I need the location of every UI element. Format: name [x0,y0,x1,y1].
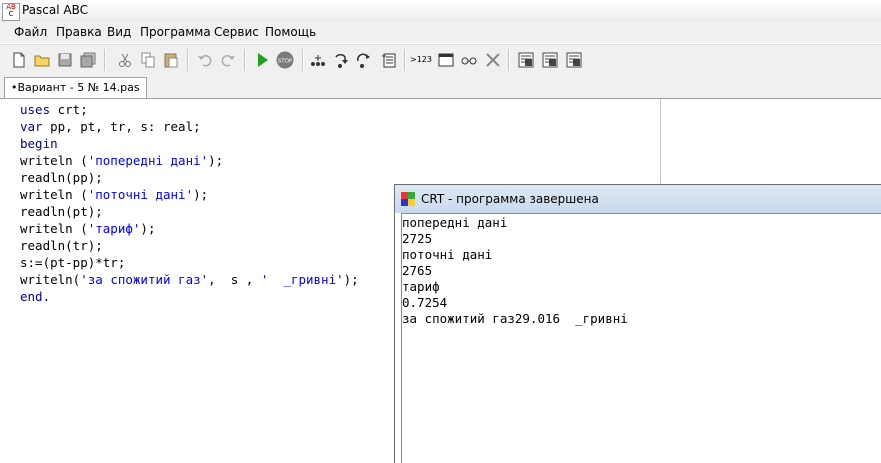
menu-program[interactable]: Программа [140,25,211,39]
code-string: ' _гривні' [260,272,344,287]
undo-icon[interactable] [196,51,214,69]
cut-icon[interactable] [116,51,134,69]
delete-icon[interactable] [484,51,502,69]
code-keyword: uses [20,102,51,117]
code-keyword: var [20,119,43,134]
crt-window-icon [401,192,415,206]
code-line[interactable]: end. [20,288,359,305]
evaluate-icon[interactable]: >123 [410,51,432,69]
code-token: s:=(pt-pp)*tr; [20,255,126,270]
crt-output-line: поточні дані [402,247,493,262]
crt-title: CRT - программа завершена [421,192,599,206]
menu-edit[interactable]: Правка [56,25,102,39]
code-string: 'попередні дані' [87,153,209,168]
code-string: 'тариф' [87,221,141,236]
debug-l-icon[interactable] [541,51,559,69]
code-token: ); [193,187,209,202]
code-token: crt; [50,102,88,117]
code-line[interactable]: s:=(pt-pp)*tr; [20,254,359,271]
code-token: ); [140,221,156,236]
crt-output-line: тариф [402,279,440,294]
code-token: readln(tr); [20,238,103,253]
paste-icon[interactable] [162,51,180,69]
save-icon[interactable] [56,51,74,69]
crt-title-bar[interactable]: CRT - программа завершена [395,185,881,213]
code-token: readln(pt); [20,204,103,219]
step-over-icon[interactable] [309,51,327,69]
menu-bar: Файл Правка Вид Программа Сервис Помощь [0,22,881,43]
crt-output-window[interactable]: CRT - программа завершена попередні дані… [394,184,881,463]
code-string: 'за спожитий газ' [80,272,209,287]
code-line[interactable]: var pp, pt, tr, s: real; [20,118,359,135]
crt-output-line: за спожитий газ29.016 _гривні [402,311,628,326]
save-all-icon[interactable] [79,51,97,69]
tab-current-file[interactable]: •Вариант - 5 № 14.pas [4,77,147,98]
run-icon[interactable] [253,51,271,69]
crt-output-line: 0.7254 [402,295,448,310]
menu-help[interactable]: Помощь [265,25,316,39]
svg-text:STOP: STOP [278,59,293,65]
pascal-abc-icon: АВ С [2,3,20,21]
crt-output-line: попередні дані [402,215,508,230]
code-line[interactable]: writeln ('тариф'); [20,220,359,237]
code-line[interactable]: uses crt; [20,101,359,118]
code-line[interactable]: readln(tr); [20,237,359,254]
crt-output-text: попередні дані 2725 поточні дані 2765 тариф 0… [402,215,628,327]
watch-glasses-icon[interactable] [460,51,478,69]
code-token: writeln ( [20,153,88,168]
menu-service[interactable]: Сервис [214,25,259,39]
menu-file[interactable]: Файл [14,25,47,39]
redo-icon[interactable] [219,51,237,69]
source-code[interactable]: uses crt; var pp, pt, tr, s: real; begin wr… [20,101,359,305]
code-line[interactable]: readln(pp); [20,169,359,186]
crt-output-line: 2725 [402,231,433,246]
code-line[interactable]: writeln('за спожитий газ', s , ' _гривні… [20,271,359,288]
code-string: 'поточні дані' [87,187,194,202]
debug-d-icon[interactable] [517,51,535,69]
file-tab-strip: •Вариант - 5 № 14.pas [0,75,881,99]
code-token: ); [208,153,224,168]
code-token: writeln ( [20,187,88,202]
code-line[interactable]: writeln ('поточні дані'); [20,186,359,203]
code-token: ); [343,272,359,287]
title-bar: АВ С Pascal ABC [0,0,881,23]
code-line[interactable]: readln(pt); [20,203,359,220]
copy-icon[interactable] [139,51,157,69]
code-token: writeln( [20,272,81,287]
stop-icon[interactable]: STOP [275,51,295,69]
code-token: writeln ( [20,221,88,236]
code-keyword: begin [20,136,58,151]
code-line[interactable]: begin [20,135,359,152]
new-file-icon[interactable] [10,51,28,69]
menu-view[interactable]: Вид [107,25,131,39]
step-out-icon[interactable] [355,51,373,69]
open-folder-icon[interactable] [33,51,51,69]
code-line[interactable]: writeln ('попередні дані'); [20,152,359,169]
code-token: , s , [208,272,261,287]
crt-output-line: 2765 [402,263,433,278]
code-token: readln(pp); [20,170,103,185]
code-token: pp, pt, tr, s: real; [42,119,201,134]
crt-console[interactable]: попередні дані 2725 поточні дані 2765 тариф 0… [401,213,881,463]
debug-r-icon[interactable] [565,51,583,69]
step-into-icon[interactable] [332,51,350,69]
code-keyword: end. [20,289,51,304]
add-watch-icon[interactable] [380,51,398,69]
window-title: Pascal ABC [22,3,89,17]
toolbar: STOP >123 [0,44,881,75]
window-icon[interactable] [437,51,455,69]
